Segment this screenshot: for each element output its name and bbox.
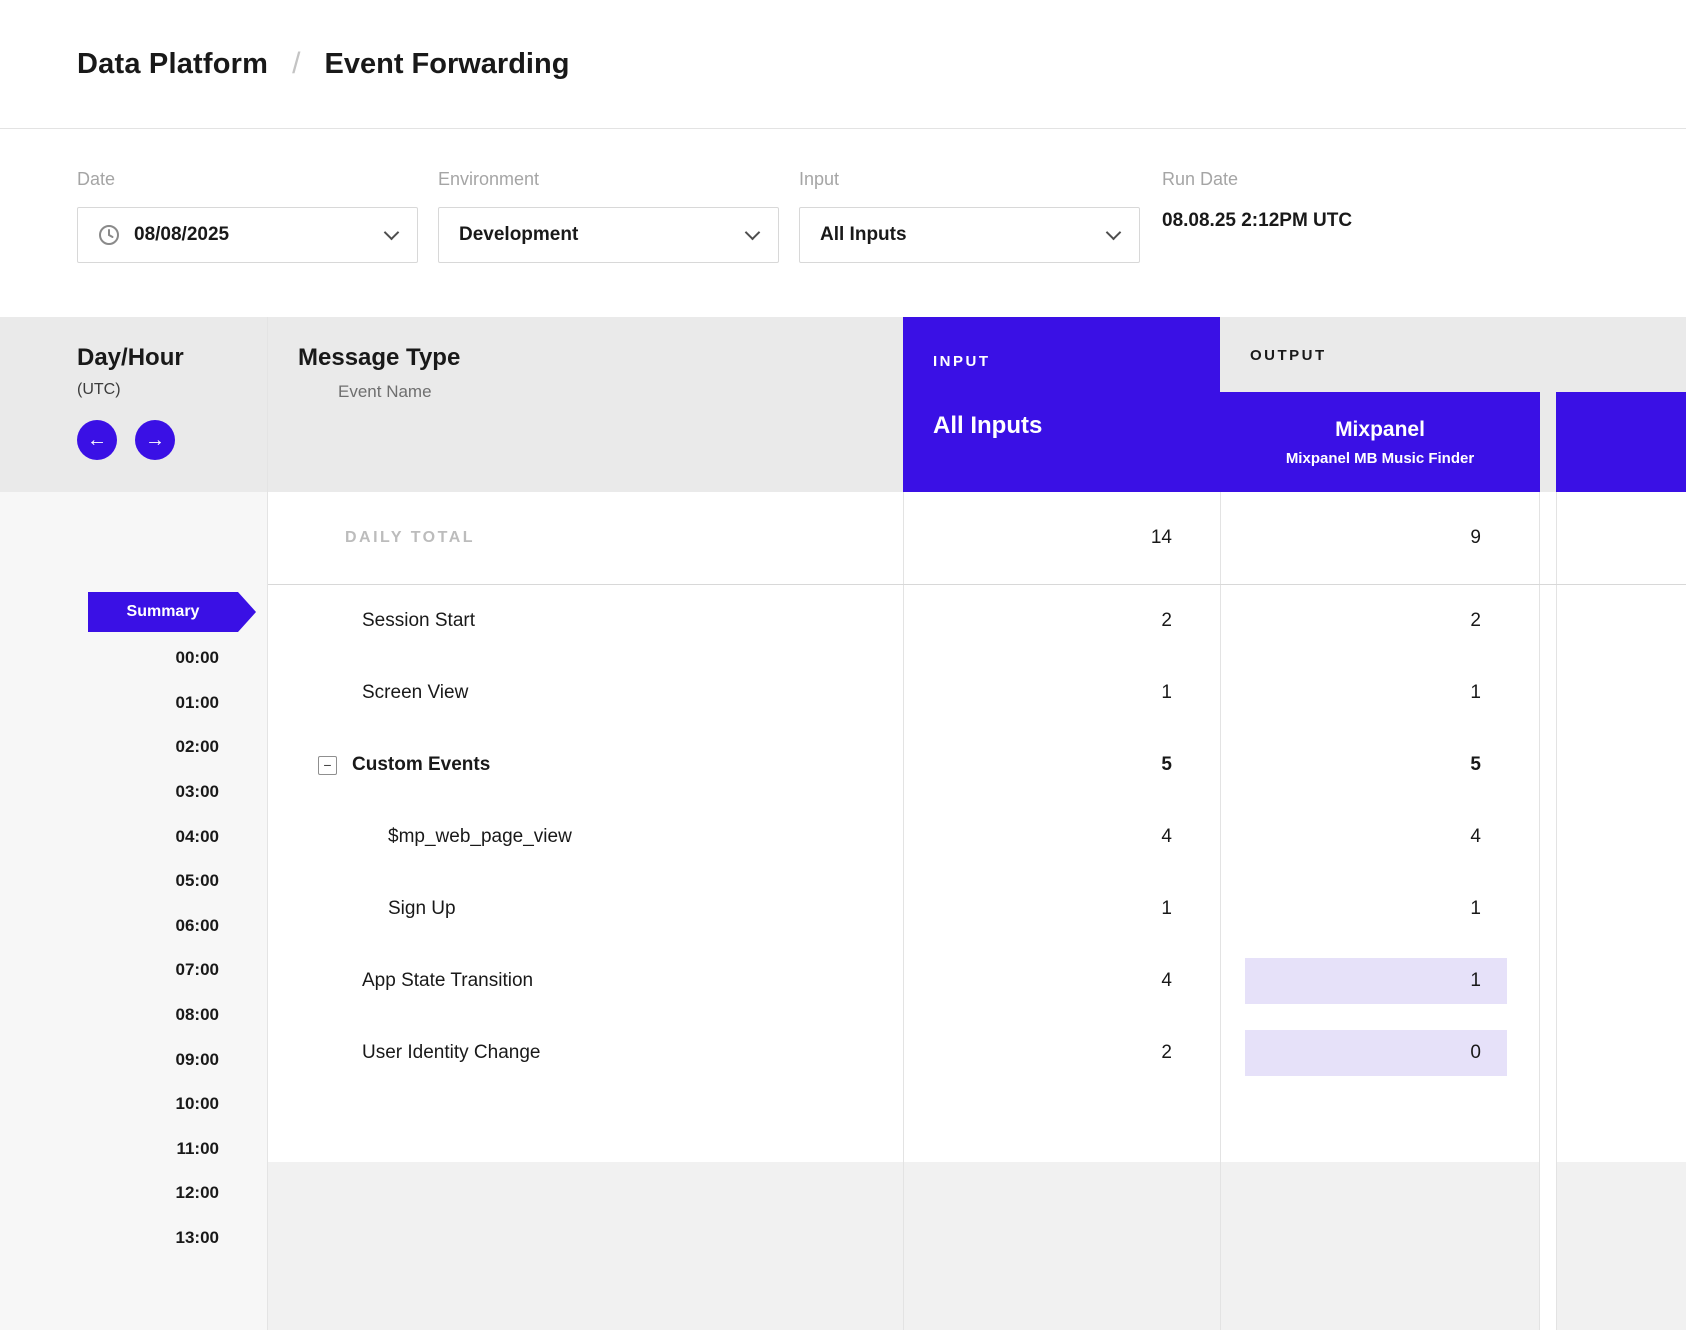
page-title: Event Forwarding xyxy=(325,48,570,81)
hour-list: Summary 00:00 01:00 02:00 03:00 04:00 05… xyxy=(0,492,267,1330)
hour-item[interactable]: 13:00 xyxy=(0,1216,267,1261)
input-column-header: INPUT All Inputs xyxy=(903,317,1220,492)
daily-total-row: DAILY TOTAL 14 9 xyxy=(268,492,1686,585)
output-label: OUTPUT xyxy=(1250,347,1540,364)
hour-item[interactable]: 07:00 xyxy=(0,948,267,993)
breadcrumb-section[interactable]: Data Platform xyxy=(77,48,268,81)
date-dropdown-value: 08/08/2025 xyxy=(134,224,386,246)
row-input-value: 4 xyxy=(903,945,1220,1017)
table-row-app-state-transition: App State Transition 4 1 xyxy=(268,945,1686,1017)
run-date-label: Run Date xyxy=(1162,169,1352,190)
row-name: $mp_web_page_view xyxy=(388,826,572,848)
hour-item[interactable]: 00:00 xyxy=(0,636,267,681)
row-input-value: 1 xyxy=(903,873,1220,945)
clock-icon xyxy=(98,224,120,246)
hour-item[interactable]: 04:00 xyxy=(0,814,267,859)
hour-item[interactable]: 08:00 xyxy=(0,993,267,1038)
input-filter-label: Input xyxy=(799,169,1140,190)
hour-item[interactable]: 02:00 xyxy=(0,725,267,770)
body-spacer xyxy=(268,1089,1686,1162)
hour-item[interactable]: 12:00 xyxy=(0,1171,267,1216)
environment-filter: Environment Development xyxy=(438,169,779,317)
grid-content: Message Type Event Name INPUT All Inputs… xyxy=(268,317,1686,1330)
row-name: User Identity Change xyxy=(362,1042,541,1064)
input-dropdown[interactable]: All Inputs xyxy=(799,207,1140,263)
row-name: App State Transition xyxy=(362,970,533,992)
table-row-screen-view: Screen View 1 1 xyxy=(268,657,1686,729)
row-output-value: 2 xyxy=(1470,610,1481,632)
input-filter: Input All Inputs xyxy=(799,169,1140,317)
row-name: Custom Events xyxy=(352,754,490,776)
row-input-value: 2 xyxy=(903,585,1220,657)
hour-item[interactable]: 03:00 xyxy=(0,770,267,815)
hour-item[interactable]: 01:00 xyxy=(0,681,267,726)
row-output-value: 0 xyxy=(1470,1042,1481,1064)
grid-footer xyxy=(268,1162,1686,1330)
day-hour-header: Day/Hour (UTC) ← → xyxy=(0,317,267,492)
filter-bar: Date 08/08/2025 Environment Development … xyxy=(0,129,1686,317)
row-input-value: 2 xyxy=(903,1017,1220,1089)
row-input-value: 4 xyxy=(903,801,1220,873)
chevron-down-icon xyxy=(1106,224,1122,240)
grid-header: Message Type Event Name INPUT All Inputs… xyxy=(268,317,1686,492)
day-hour-title: Day/Hour xyxy=(77,344,267,372)
highlighted-output-cell: 1 xyxy=(1245,958,1507,1004)
chevron-down-icon xyxy=(745,224,761,240)
date-dropdown[interactable]: 08/08/2025 xyxy=(77,207,418,263)
forwarding-grid: Day/Hour (UTC) ← → Summary 00:00 01:00 0… xyxy=(0,317,1686,1330)
next-day-button[interactable]: → xyxy=(135,420,175,460)
row-output-value: 5 xyxy=(1470,754,1481,776)
output-column-partial xyxy=(1556,317,1686,492)
row-output-value: 1 xyxy=(1470,898,1481,920)
row-name: Sign Up xyxy=(388,898,456,920)
row-output-value: 1 xyxy=(1470,970,1481,992)
row-name: Session Start xyxy=(362,610,475,632)
hour-item[interactable]: 09:00 xyxy=(0,1037,267,1082)
arrow-right-icon: → xyxy=(145,429,165,452)
event-name-subtitle: Event Name xyxy=(298,382,903,402)
message-type-title: Message Type xyxy=(298,344,903,372)
table-row-session-start: Session Start 2 2 xyxy=(268,585,1686,657)
date-filter-label: Date xyxy=(77,169,418,190)
breadcrumb: Data Platform / Event Forwarding xyxy=(0,0,1686,129)
daily-total-input-value: 14 xyxy=(903,492,1220,584)
row-input-value: 1 xyxy=(903,657,1220,729)
environment-dropdown-value: Development xyxy=(459,224,747,246)
chevron-down-icon xyxy=(384,224,400,240)
row-output-value: 4 xyxy=(1470,826,1481,848)
environment-filter-label: Environment xyxy=(438,169,779,190)
highlighted-output-cell: 0 xyxy=(1245,1030,1507,1076)
output-column-header-partial[interactable] xyxy=(1556,392,1686,492)
environment-dropdown[interactable]: Development xyxy=(438,207,779,263)
previous-day-button[interactable]: ← xyxy=(77,420,117,460)
collapse-icon[interactable]: − xyxy=(318,756,337,775)
run-date-value: 08.08.25 2:12PM UTC xyxy=(1162,210,1352,232)
output-section-header: OUTPUT Mixpanel Mixpanel MB Music Finder xyxy=(1220,317,1540,492)
arrow-left-icon: ← xyxy=(87,429,107,452)
table-row-custom-events: − Custom Events 5 5 xyxy=(268,729,1686,801)
hour-item[interactable]: 06:00 xyxy=(0,904,267,949)
row-name: Screen View xyxy=(362,682,468,704)
hour-item[interactable]: 11:00 xyxy=(0,1127,267,1172)
row-output-value: 1 xyxy=(1470,682,1481,704)
day-hour-column: Day/Hour (UTC) ← → Summary 00:00 01:00 0… xyxy=(0,317,268,1330)
column-gap xyxy=(1540,317,1556,492)
input-dropdown-value: All Inputs xyxy=(820,224,1108,246)
hour-item[interactable]: 05:00 xyxy=(0,859,267,904)
date-filter: Date 08/08/2025 xyxy=(77,169,418,317)
summary-badge[interactable]: Summary xyxy=(88,592,238,632)
hour-item[interactable]: 10:00 xyxy=(0,1082,267,1127)
table-row-mp-web-page-view: $mp_web_page_view 4 4 xyxy=(268,801,1686,873)
table-row-user-identity-change: User Identity Change 2 0 xyxy=(268,1017,1686,1089)
run-date: Run Date 08.08.25 2:12PM UTC xyxy=(1162,169,1352,317)
day-hour-subtitle: (UTC) xyxy=(77,381,267,399)
output-column-header-mixpanel[interactable]: Mixpanel Mixpanel MB Music Finder xyxy=(1220,392,1540,492)
table-row-sign-up: Sign Up 1 1 xyxy=(268,873,1686,945)
breadcrumb-separator: / xyxy=(292,47,300,81)
daily-total-label: DAILY TOTAL xyxy=(268,492,903,584)
message-type-header: Message Type Event Name xyxy=(268,317,903,492)
row-input-value: 5 xyxy=(903,729,1220,801)
daily-total-output-value: 9 xyxy=(1470,527,1481,549)
